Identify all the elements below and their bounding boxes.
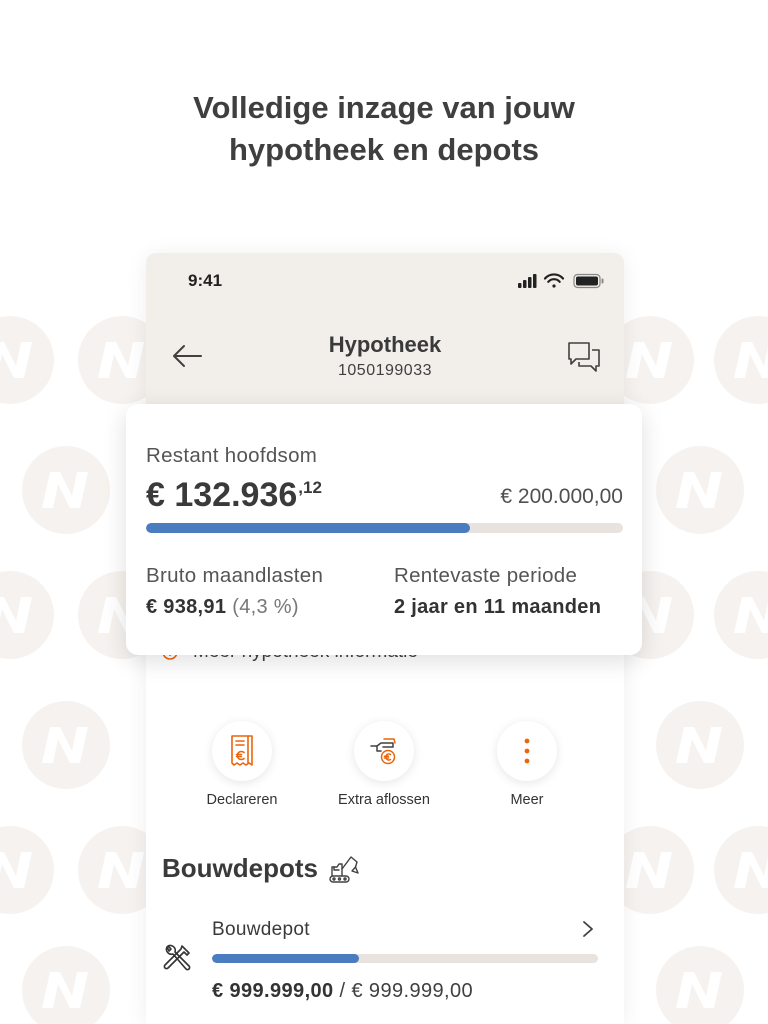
interest-rate: (4,3 %)	[232, 596, 299, 618]
nn-logo-watermark-icon	[22, 946, 110, 1024]
depot-progress-fill	[212, 954, 359, 963]
section-heading: Bouwdepots	[162, 852, 360, 884]
hand-euro-coin-icon	[370, 738, 396, 765]
remaining-principal-label: Restant hoofdsom	[146, 444, 318, 467]
chevron-right-icon	[583, 921, 593, 937]
nn-logo-watermark-icon	[22, 701, 110, 789]
monthly-costs-value: € 938,91 (4,3 %)	[146, 595, 323, 619]
nn-logo-watermark-icon	[714, 316, 768, 404]
page-title: Hypotheek	[328, 332, 442, 357]
battery-icon	[573, 273, 604, 289]
nn-logo-watermark-icon	[714, 826, 768, 914]
depot-remaining: € 999.999,00	[212, 980, 334, 1002]
meer-button[interactable]: Meer	[462, 721, 592, 809]
meer-label: Meer	[510, 792, 544, 808]
original-principal-amount: € 200.000,00	[500, 485, 623, 508]
remaining-principal-amount: € 132.936	[146, 476, 298, 514]
bouwdepots-heading: Bouwdepots	[162, 853, 318, 883]
headline: Volledige inzage van jouw hypotheek en d…	[193, 90, 575, 167]
extra-aflossen-label: Extra aflossen	[338, 792, 430, 808]
nn-logo-watermark-icon	[656, 446, 744, 534]
principal-progress-fill	[146, 523, 471, 533]
depot-name: Bouwdepot	[212, 919, 310, 940]
status-icons	[518, 273, 604, 289]
nn-logo-watermark-icon	[0, 826, 54, 914]
principal-progress-bar	[146, 523, 623, 533]
mortgage-number: 1050199033	[338, 362, 432, 379]
tools-icon	[163, 944, 191, 971]
depot-total: € 999.999,00	[351, 980, 474, 1002]
mortgage-summary-card: Restant hoofdsom € 132.936 ,12 € 200.000…	[126, 404, 642, 655]
nn-logo-watermark-icon	[22, 446, 110, 534]
chat-bubbles-icon	[568, 342, 600, 372]
remaining-principal: € 132.936 ,12	[146, 475, 322, 515]
declareren-button[interactable]: Declareren	[177, 721, 307, 809]
depot-progress-bar	[212, 954, 598, 963]
depot-separator: /	[333, 980, 352, 1002]
nn-logo-watermark-icon	[0, 316, 54, 404]
monthly-costs-label: Bruto maandlasten	[146, 564, 324, 587]
nn-logo-watermark-icon	[714, 571, 768, 659]
chat-button[interactable]	[565, 339, 603, 375]
more-vertical-icon	[524, 738, 530, 764]
fixed-rate-period-label: Rentevaste periode	[394, 564, 578, 587]
fixed-rate-period: Rentevaste periode 2 jaar en 11 maanden	[394, 564, 601, 619]
status-time: 9:41	[188, 271, 223, 290]
excavator-icon	[329, 856, 359, 883]
action-circle[interactable]	[354, 721, 414, 781]
fixed-rate-period-value: 2 jaar en 11 maanden	[394, 596, 602, 618]
action-circle[interactable]	[497, 721, 557, 781]
remaining-principal-cents: ,12	[298, 478, 322, 497]
wifi-icon	[543, 273, 565, 288]
depot-amount: € 999.999,00 / € 999.999,00	[212, 979, 473, 1003]
depot-list-item[interactable]: Bouwdepot € 999.999,00 / € 999.999,00	[146, 913, 624, 1008]
receipt-euro-icon	[231, 735, 253, 766]
nn-logo-watermark-icon	[656, 701, 744, 789]
signal-icon	[518, 274, 537, 288]
nn-logo-watermark-icon	[656, 946, 744, 1024]
monthly-costs: Bruto maandlasten € 938,91 (4,3 %)	[146, 564, 323, 619]
monthly-costs-amount: € 938,91	[146, 596, 227, 618]
action-circle[interactable]	[212, 721, 272, 781]
nn-logo-watermark-icon	[0, 571, 54, 659]
declareren-label: Declareren	[206, 792, 278, 808]
extra-aflossen-button[interactable]: Extra aflossen	[319, 721, 449, 809]
